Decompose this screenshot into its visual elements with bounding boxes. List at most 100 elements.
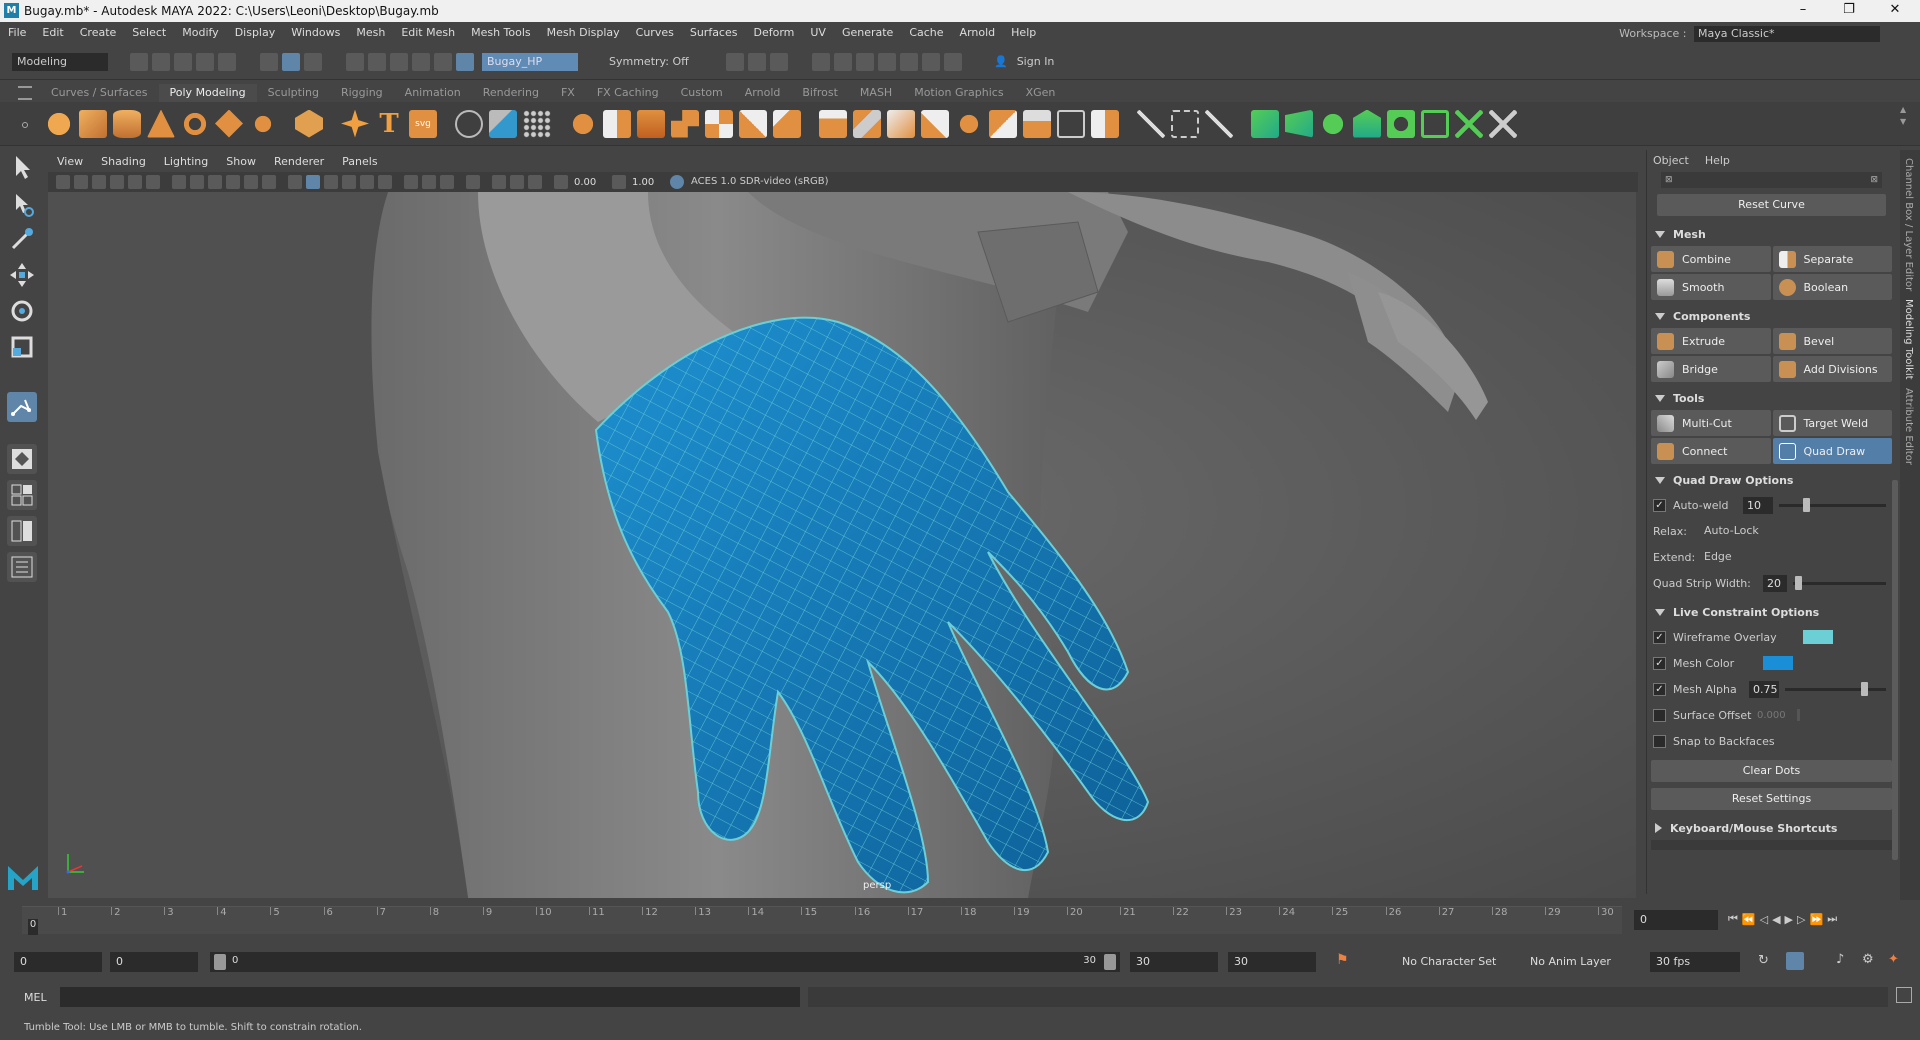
boolean-button[interactable]: Boolean bbox=[1772, 274, 1892, 300]
panel-menu-help[interactable]: Help bbox=[1705, 154, 1730, 167]
step-back-frame-icon[interactable]: ◁ bbox=[1760, 913, 1768, 926]
curve-pick-icon[interactable]: ⊠ bbox=[1665, 175, 1673, 185]
anti-aliasing-icon[interactable] bbox=[440, 175, 454, 189]
exposure-icon[interactable] bbox=[554, 175, 568, 189]
modeling-toolkit-tab[interactable]: Modeling Toolkit bbox=[1903, 299, 1914, 380]
shelf-options-icon[interactable] bbox=[22, 122, 28, 128]
grease-pencil-icon[interactable] bbox=[146, 175, 160, 189]
quad-strip-field[interactable]: 20 bbox=[1763, 574, 1787, 592]
shortcuts-section-header[interactable]: Keyboard/Mouse Shortcuts bbox=[1647, 816, 1896, 840]
menu-mesh-display[interactable]: Mesh Display bbox=[539, 22, 628, 44]
step-back-key-icon[interactable]: ⏪ bbox=[1742, 913, 1756, 926]
new-scene-icon[interactable] bbox=[130, 52, 148, 71]
wireframe-color-swatch[interactable] bbox=[1803, 630, 1833, 644]
save-scene-icon[interactable] bbox=[174, 52, 192, 71]
append-polygon-icon[interactable] bbox=[887, 109, 915, 138]
tools-section-header[interactable]: Tools bbox=[1647, 386, 1896, 410]
tab-fx[interactable]: FX bbox=[550, 84, 586, 102]
current-frame-field[interactable]: 0 bbox=[1634, 910, 1718, 930]
separate-shelf-icon[interactable] bbox=[603, 109, 631, 138]
select-hierarchy-icon[interactable] bbox=[260, 52, 278, 71]
wireframe-on-shaded-icon[interactable] bbox=[324, 175, 338, 189]
cut-uv-icon[interactable] bbox=[1137, 109, 1165, 138]
poly-cone-icon[interactable] bbox=[147, 109, 175, 138]
workspace-dropdown[interactable]: Maya Classic* bbox=[1694, 26, 1880, 42]
green-mesh-icon-8[interactable] bbox=[1489, 109, 1517, 138]
redo-icon[interactable] bbox=[218, 52, 236, 71]
menu-mesh[interactable]: Mesh bbox=[348, 22, 393, 44]
reset-curve-button[interactable]: Reset Curve bbox=[1657, 194, 1886, 216]
resolution-gate-icon[interactable] bbox=[208, 175, 222, 189]
fill-hole-icon[interactable] bbox=[853, 109, 881, 138]
viewport-menu-panels[interactable]: Panels bbox=[333, 152, 386, 172]
ipr-render-icon[interactable] bbox=[856, 52, 874, 71]
tab-rendering[interactable]: Rendering bbox=[472, 84, 550, 102]
shadows-icon[interactable] bbox=[378, 175, 392, 189]
target-weld-button[interactable]: Target Weld bbox=[1772, 410, 1892, 436]
viewport-menu-lighting[interactable]: Lighting bbox=[155, 152, 217, 172]
poly-cube-icon[interactable] bbox=[79, 109, 107, 138]
current-frame-marker[interactable]: 0 bbox=[28, 919, 38, 935]
menu-generate[interactable]: Generate bbox=[834, 22, 901, 44]
mesh-alpha-slider[interactable] bbox=[1785, 681, 1886, 696]
smooth-shade-icon[interactable] bbox=[306, 175, 320, 189]
bridge-shelf-icon[interactable] bbox=[773, 109, 801, 138]
menu-help[interactable]: Help bbox=[1003, 22, 1044, 44]
lasso-tool-icon[interactable] bbox=[7, 188, 37, 218]
xray-icon[interactable] bbox=[492, 175, 506, 189]
snap-point-icon[interactable] bbox=[390, 52, 408, 71]
poly-torus-icon[interactable] bbox=[181, 109, 209, 138]
green-mesh-icon-4[interactable] bbox=[1353, 109, 1381, 138]
menu-surfaces[interactable]: Surfaces bbox=[682, 22, 746, 44]
open-scene-icon[interactable] bbox=[152, 52, 170, 71]
sound-icon[interactable]: ♪ bbox=[1836, 952, 1844, 967]
step-forward-key-icon[interactable]: ⏩ bbox=[1809, 913, 1823, 926]
range-bar[interactable]: 0 30 bbox=[210, 952, 1120, 972]
tab-motion-graphics[interactable]: Motion Graphics bbox=[903, 84, 1014, 102]
menu-create[interactable]: Create bbox=[72, 22, 125, 44]
tab-mash[interactable]: MASH bbox=[849, 84, 903, 102]
go-to-start-icon[interactable]: ⏮ bbox=[1728, 912, 1738, 926]
bevel-button[interactable]: Bevel bbox=[1772, 328, 1892, 354]
live-constraint-header[interactable]: Live Constraint Options bbox=[1647, 600, 1896, 624]
snap-backfaces-checkbox[interactable] bbox=[1653, 734, 1666, 748]
unfold-uv-icon[interactable] bbox=[1205, 109, 1233, 138]
viewport-menu-renderer[interactable]: Renderer bbox=[265, 152, 333, 172]
menu-edit-mesh[interactable]: Edit Mesh bbox=[393, 22, 463, 44]
step-forward-frame-icon[interactable]: ▷ bbox=[1797, 913, 1805, 926]
menu-windows[interactable]: Windows bbox=[283, 22, 348, 44]
green-mesh-icon-5[interactable] bbox=[1387, 109, 1415, 138]
render-frame-icon[interactable] bbox=[834, 52, 852, 71]
extrude-shelf-icon[interactable] bbox=[739, 109, 767, 138]
textured-icon[interactable] bbox=[342, 175, 356, 189]
auto-weld-field[interactable]: 10 bbox=[1743, 496, 1773, 514]
tab-arnold[interactable]: Arnold bbox=[734, 84, 792, 102]
render-settings-icon[interactable] bbox=[878, 52, 896, 71]
film-gate-icon[interactable] bbox=[190, 175, 204, 189]
auto-weld-slider[interactable] bbox=[1779, 497, 1886, 512]
quad-strip-slider[interactable] bbox=[1793, 575, 1886, 590]
menu-select[interactable]: Select bbox=[124, 22, 174, 44]
construction-history-icon[interactable] bbox=[770, 52, 788, 71]
time-slider[interactable]: 1 2 3 4 5 6 7 8 9 10 11 12 13 14 15 16 17 18 19 20 21 22 23 24 2… bbox=[0, 900, 1920, 940]
platonic-solid-icon[interactable] bbox=[295, 109, 323, 138]
merge-icon[interactable] bbox=[1023, 109, 1051, 138]
xray-joints-icon[interactable] bbox=[510, 175, 524, 189]
select-tool-icon[interactable] bbox=[7, 152, 37, 182]
surface-offset-slider[interactable] bbox=[1797, 709, 1800, 721]
view-transform-dropdown[interactable]: ACES 1.0 SDR-video (sRGB) bbox=[686, 173, 886, 191]
smooth-shelf-icon[interactable] bbox=[671, 109, 699, 138]
motion-blur-icon[interactable] bbox=[422, 175, 436, 189]
menu-modify[interactable]: Modify bbox=[174, 22, 226, 44]
snap-view-icon[interactable] bbox=[412, 52, 430, 71]
clear-dots-button[interactable]: Clear Dots bbox=[1651, 760, 1892, 782]
menu-edit[interactable]: Edit bbox=[34, 22, 71, 44]
shelf-scroll-icon[interactable]: ▲ ▼ bbox=[1900, 104, 1906, 128]
shelf-menu-icon[interactable] bbox=[18, 86, 32, 100]
surface-offset-field[interactable]: 0.000 bbox=[1757, 710, 1797, 721]
make-live-icon[interactable] bbox=[456, 52, 474, 71]
menu-mesh-tools[interactable]: Mesh Tools bbox=[463, 22, 539, 44]
green-mesh-icon-7[interactable] bbox=[1455, 109, 1483, 138]
poly-plane-icon[interactable] bbox=[215, 109, 243, 138]
mode-dropdown[interactable]: Modeling bbox=[12, 52, 108, 71]
